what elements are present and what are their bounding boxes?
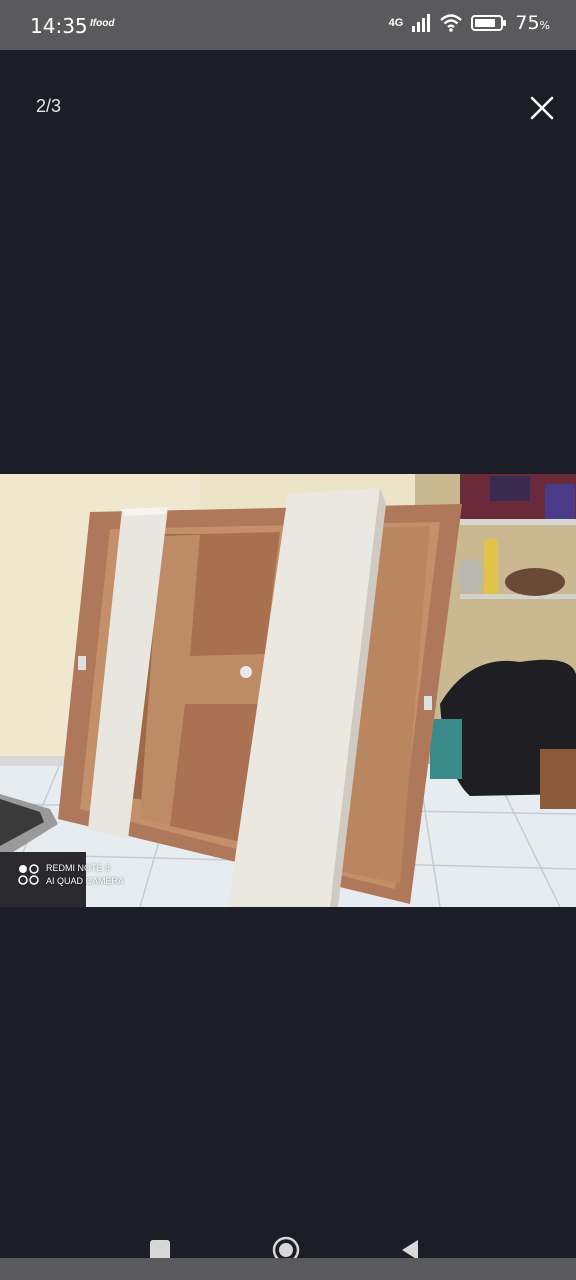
watermark-line-2: AI QUAD CAMERA [46, 876, 125, 886]
camera-logo-icon [18, 864, 39, 885]
camera-watermark: REDMI NOTE 8 AI QUAD CAMERA [18, 862, 124, 888]
battery-percent: 75% [515, 12, 550, 34]
close-button[interactable] [524, 90, 560, 126]
photo[interactable]: REDMI NOTE 8 AI QUAD CAMERA [0, 474, 576, 907]
wifi-icon [440, 14, 463, 32]
status-bar: 14:35 Ifood 4G 75% [0, 0, 576, 50]
status-icons: 4G 75% [389, 12, 550, 34]
gesture-bar [0, 1258, 576, 1280]
signal-icon [412, 14, 431, 32]
network-type: 4G [388, 17, 404, 29]
ifood-notification-icon: Ifood [90, 18, 115, 29]
navigation-bar [0, 1226, 576, 1280]
status-time: 14:35 [30, 14, 88, 38]
watermark-line-1: REDMI NOTE 8 [46, 863, 111, 873]
image-counter: 2/3 [36, 96, 62, 116]
battery-icon [471, 15, 507, 31]
photo-image [0, 474, 576, 907]
close-icon [530, 96, 554, 120]
